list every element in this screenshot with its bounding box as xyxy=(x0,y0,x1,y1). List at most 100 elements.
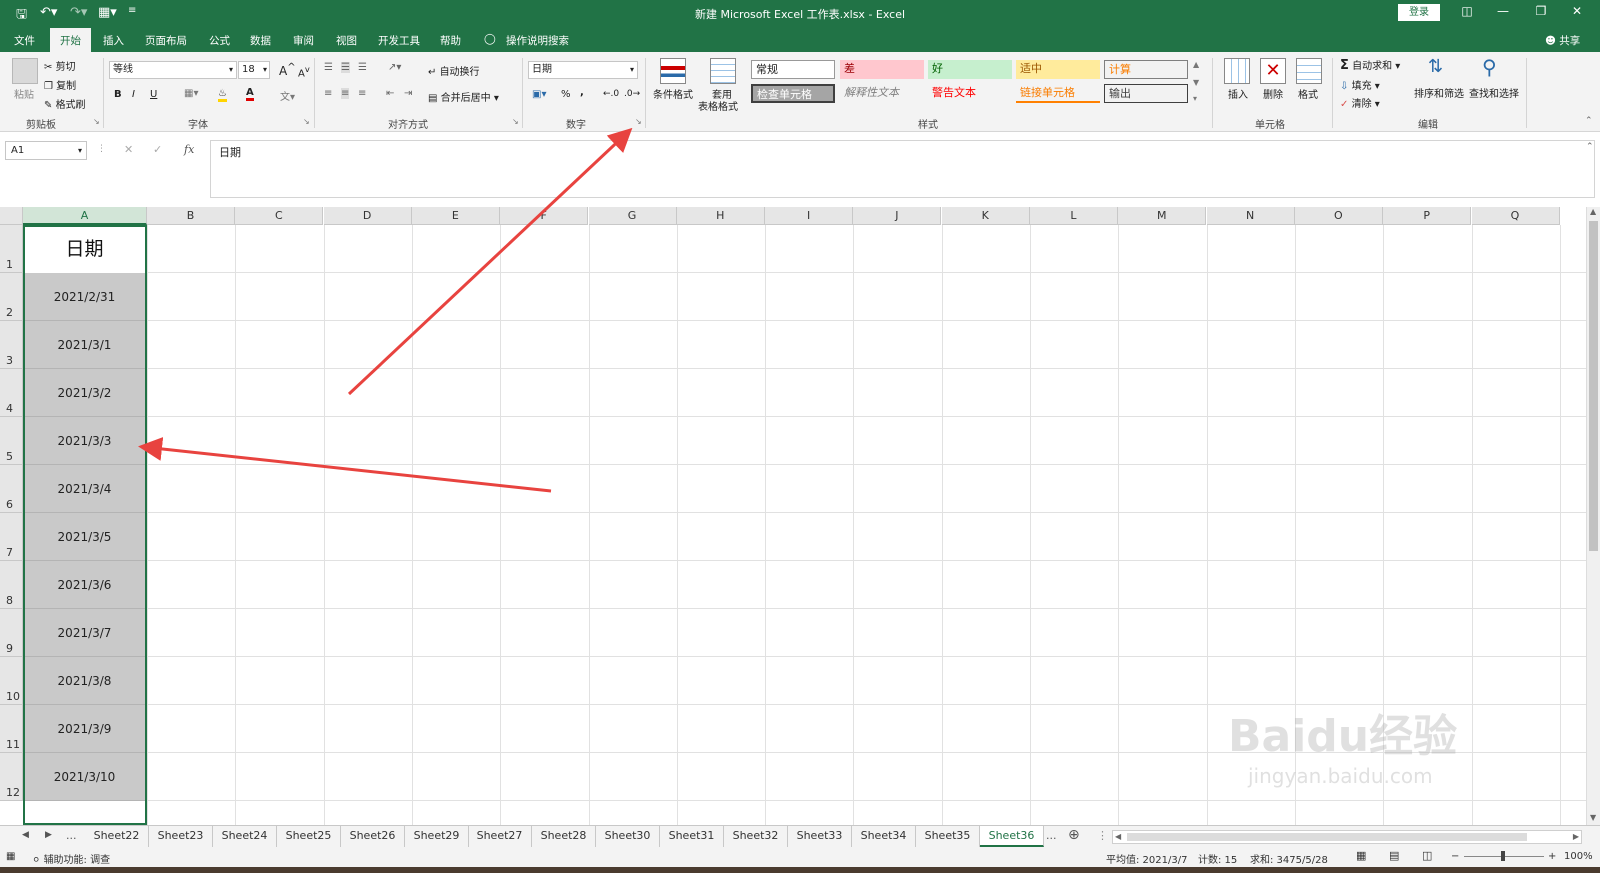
select-all-corner[interactable] xyxy=(0,207,23,225)
date-cell[interactable]: 2021/3/7 xyxy=(23,609,146,657)
column-header-g[interactable]: G xyxy=(588,207,677,225)
collapse-ribbon-icon[interactable]: ⌃ xyxy=(1585,116,1593,126)
style-calculation[interactable]: 计算 xyxy=(1104,60,1188,79)
share-button[interactable]: ☻ 共享 xyxy=(1545,33,1580,48)
date-cell[interactable]: 2021/3/2 xyxy=(23,369,146,417)
row-header-10[interactable]: 10 xyxy=(0,657,23,705)
zoom-slider-thumb[interactable] xyxy=(1501,851,1505,861)
clear-button[interactable]: ✓ 清除 ▾ xyxy=(1340,95,1380,110)
page-break-view-icon[interactable]: ◫ xyxy=(1422,849,1432,862)
page-layout-view-icon[interactable]: ▤ xyxy=(1389,849,1399,862)
row-header-5[interactable]: 5 xyxy=(0,417,23,465)
login-button[interactable]: 登录 xyxy=(1398,4,1440,21)
column-header-h[interactable]: H xyxy=(676,207,765,225)
row-header-3[interactable]: 3 xyxy=(0,321,23,369)
column-header-l[interactable]: L xyxy=(1030,207,1118,225)
date-cell[interactable]: 2021/2/31 xyxy=(23,273,146,321)
accessibility-status[interactable]: ⚪ 辅助功能: 调查 xyxy=(32,851,110,866)
number-launcher-icon[interactable]: ↘ xyxy=(635,118,643,126)
style-warning[interactable]: 警告文本 xyxy=(928,84,1012,103)
decrease-indent-icon[interactable]: ⇤ xyxy=(386,88,394,99)
format-cells-icon[interactable] xyxy=(1296,58,1322,84)
zoom-out-icon[interactable]: − xyxy=(1451,851,1459,862)
currency-icon[interactable]: ▣▾ xyxy=(532,89,546,100)
align-top-icon[interactable]: ☰ xyxy=(324,62,333,73)
column-header-p[interactable]: P xyxy=(1383,207,1472,225)
font-color-icon[interactable]: A xyxy=(246,87,254,101)
date-cell[interactable]: 2021/3/3 xyxy=(23,417,146,465)
normal-view-icon[interactable]: ▦ xyxy=(1356,849,1366,862)
sheet-tab-sheet33[interactable]: Sheet33 xyxy=(788,826,852,847)
sheet-tab-sheet22[interactable]: Sheet22 xyxy=(85,826,149,847)
column-header-f[interactable]: F xyxy=(500,207,589,225)
sheet-ellipsis-right[interactable]: ... xyxy=(1046,829,1057,842)
alignment-launcher-icon[interactable]: ↘ xyxy=(512,118,520,126)
clipboard-launcher-icon[interactable]: ↘ xyxy=(93,118,101,126)
find-select-icon[interactable]: ⚲ xyxy=(1482,55,1497,79)
scroll-down-icon[interactable]: ▼ xyxy=(1590,813,1596,822)
tab-developer[interactable]: 开发工具 xyxy=(378,33,420,48)
tab-formulas[interactable]: 公式 xyxy=(209,33,230,48)
number-format-select[interactable]: 日期 ▾ xyxy=(528,61,638,79)
border-icon[interactable]: ▦▾ xyxy=(184,88,198,99)
orientation-icon[interactable]: ↗▾ xyxy=(388,62,401,73)
tab-home[interactable]: 开始 xyxy=(50,28,91,52)
vertical-scrollbar[interactable]: ▲ ▼ xyxy=(1586,207,1600,825)
row-header-4[interactable]: 4 xyxy=(0,369,23,417)
sheet-tab-sheet34[interactable]: Sheet34 xyxy=(852,826,916,847)
style-neutral[interactable]: 适中 xyxy=(1016,60,1100,79)
insert-function-button[interactable]: fx xyxy=(184,143,194,156)
underline-button[interactable]: U xyxy=(150,89,157,100)
sheet-tab-sheet26[interactable]: Sheet26 xyxy=(341,826,405,847)
column-header-o[interactable]: O xyxy=(1294,207,1383,225)
font-name-select[interactable]: 等线 ▾ xyxy=(109,61,237,79)
format-as-table-icon[interactable] xyxy=(710,58,736,84)
column-header-m[interactable]: M xyxy=(1118,207,1207,225)
sheet-tab-sheet31[interactable]: Sheet31 xyxy=(660,826,724,847)
style-good[interactable]: 好 xyxy=(928,60,1012,79)
sheet-tab-sheet35[interactable]: Sheet35 xyxy=(916,826,980,847)
date-cell[interactable]: 2021/3/6 xyxy=(23,561,146,609)
decrease-decimal-icon[interactable]: .0→ xyxy=(624,89,640,99)
comma-button[interactable]: , xyxy=(580,87,584,98)
sheet-tab-sheet27[interactable]: Sheet27 xyxy=(468,826,532,847)
styles-scroll-up-icon[interactable]: ▲ xyxy=(1193,60,1199,69)
next-sheet-icon[interactable]: ▶ xyxy=(45,830,52,840)
wrap-text-button[interactable]: ↵ 自动换行 xyxy=(428,63,480,78)
sheet-tab-sheet23[interactable]: Sheet23 xyxy=(149,826,213,847)
tab-view[interactable]: 视图 xyxy=(336,33,357,48)
copy-button[interactable]: ❐ 复制 xyxy=(44,77,76,92)
scroll-thumb[interactable] xyxy=(1589,221,1598,551)
column-header-a[interactable]: A xyxy=(23,207,147,225)
expand-formula-bar-icon[interactable]: ⌃ xyxy=(1586,142,1594,152)
tab-help[interactable]: 帮助 xyxy=(440,33,461,48)
date-cell[interactable]: 2021/3/9 xyxy=(23,705,146,753)
sheet-tab-sheet28[interactable]: Sheet28 xyxy=(532,826,596,847)
formula-bar-handle-icon[interactable]: ⋮ xyxy=(97,144,106,154)
scroll-right-icon[interactable]: ▶ xyxy=(1573,832,1579,841)
styles-more-icon[interactable]: ▾ xyxy=(1193,94,1197,103)
date-cell[interactable]: 2021/3/5 xyxy=(23,513,146,561)
style-output[interactable]: 输出 xyxy=(1104,84,1188,103)
percent-button[interactable]: % xyxy=(561,89,571,100)
format-painter-button[interactable]: ✎ 格式刷 xyxy=(44,96,86,111)
tab-split-handle-icon[interactable]: ⋮ xyxy=(1097,829,1108,842)
name-box[interactable]: A1 ▾ xyxy=(5,141,87,160)
bold-button[interactable]: B xyxy=(114,89,122,100)
minimize-icon[interactable]: — xyxy=(1488,4,1518,18)
sheet-tab-sheet30[interactable]: Sheet30 xyxy=(596,826,660,847)
column-header-d[interactable]: D xyxy=(323,207,412,225)
column-header-j[interactable]: J xyxy=(853,207,942,225)
formula-input[interactable]: 日期 xyxy=(210,140,1595,198)
column-header-k[interactable]: K xyxy=(941,207,1030,225)
increase-decimal-icon[interactable]: ←.0 xyxy=(603,89,619,99)
row-header-9[interactable]: 9 xyxy=(0,609,23,657)
close-icon[interactable]: ✕ xyxy=(1562,4,1592,18)
column-header-e[interactable]: E xyxy=(411,207,500,225)
column-header-q[interactable]: Q xyxy=(1471,207,1560,225)
italic-button[interactable]: I xyxy=(132,89,135,100)
enter-icon[interactable]: ✓ xyxy=(153,143,162,156)
align-middle-icon[interactable]: ☰ xyxy=(341,62,350,73)
delete-cells-icon[interactable]: ✕ xyxy=(1260,58,1286,84)
sheet-tab-sheet32[interactable]: Sheet32 xyxy=(724,826,788,847)
